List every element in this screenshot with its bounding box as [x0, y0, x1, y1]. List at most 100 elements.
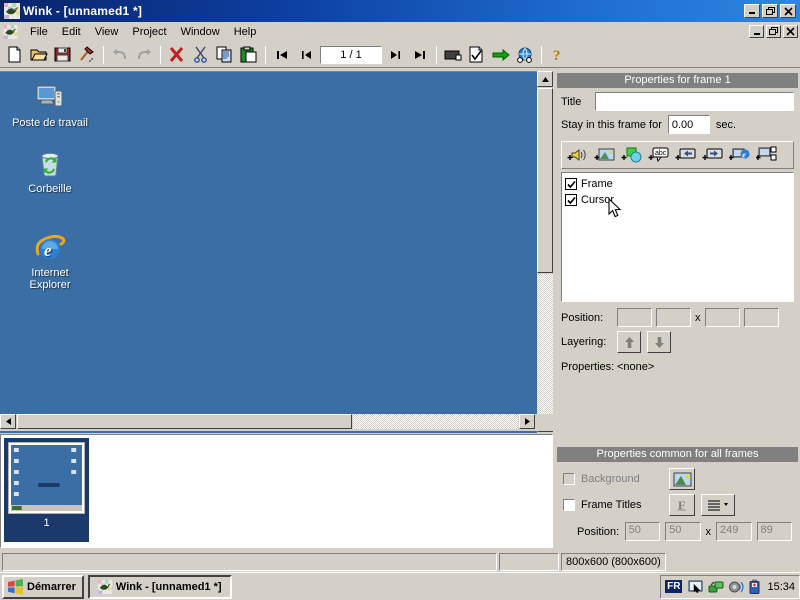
mdi-minimize-button[interactable]: [749, 25, 764, 38]
taskbar-item-wink[interactable]: Wink - [unnamed1 *]: [87, 574, 232, 599]
export-arrow-icon[interactable]: [489, 44, 512, 66]
save-icon[interactable]: [51, 44, 74, 66]
app-minimize-button[interactable]: [744, 4, 760, 18]
open-icon[interactable]: [27, 44, 50, 66]
common-position-separator: x: [705, 525, 712, 538]
app-window-controls: [744, 4, 798, 18]
layering-label: Layering:: [561, 336, 607, 348]
mdi-close-button[interactable]: [783, 25, 798, 38]
canvas-horizontal-scrollbar[interactable]: [0, 414, 553, 431]
svg-text:?: ?: [553, 48, 561, 63]
desktop-icon-recycle-bin[interactable]: Corbeille: [4, 148, 96, 195]
menu-project[interactable]: Project: [125, 24, 173, 40]
new-icon[interactable]: [3, 44, 26, 66]
filmstrip-frame-1[interactable]: 1: [4, 438, 89, 542]
desktop-icon-internet-explorer[interactable]: e Internet Explorer: [4, 232, 96, 291]
language-indicator[interactable]: FR: [665, 580, 683, 593]
position-x-input[interactable]: [617, 308, 652, 327]
add-next-button-icon[interactable]: [700, 144, 725, 166]
common-position-x[interactable]: 50: [624, 522, 661, 541]
last-frame-button[interactable]: [408, 44, 431, 66]
svg-text:e: e: [742, 151, 746, 160]
render-page-icon[interactable]: [465, 44, 488, 66]
menu-window[interactable]: Window: [174, 24, 227, 40]
desktop-icon-label: Corbeille: [28, 183, 72, 195]
cut-icon[interactable]: [189, 44, 212, 66]
object-list-item[interactable]: Frame: [565, 176, 790, 192]
background-checkbox[interactable]: [563, 473, 575, 485]
objects-listbox[interactable]: Frame Cursor: [561, 172, 794, 302]
common-position-width[interactable]: 249: [716, 522, 752, 541]
stay-duration-input[interactable]: [667, 115, 710, 134]
app-title-text: Wink - [unnamed1 *]: [23, 4, 143, 18]
volume-icon[interactable]: [728, 579, 745, 595]
position-width-input[interactable]: [704, 308, 740, 327]
prev-frame-button[interactable]: [294, 44, 317, 66]
network-icon[interactable]: [708, 579, 724, 595]
next-frame-button[interactable]: [384, 44, 407, 66]
paste-icon[interactable]: [237, 44, 260, 66]
vertical-scroll-track[interactable]: [537, 274, 553, 416]
scroll-up-button[interactable]: [537, 71, 553, 87]
add-prev-button-icon[interactable]: [673, 144, 698, 166]
frame-titles-checkbox[interactable]: [563, 499, 575, 511]
horizontal-scroll-thumb[interactable]: [17, 414, 352, 429]
vertical-scroll-thumb[interactable]: [537, 88, 553, 273]
object-label: Frame: [581, 178, 613, 190]
status-pane-filler: [668, 553, 798, 571]
add-sound-icon[interactable]: [565, 144, 590, 166]
add-textbox-icon[interactable]: abc: [646, 144, 671, 166]
align-dropdown-button[interactable]: [701, 494, 735, 516]
position-height-input[interactable]: [743, 308, 779, 327]
app-close-button[interactable]: [780, 4, 796, 18]
menu-help[interactable]: Help: [227, 24, 264, 40]
battery-icon[interactable]: [748, 579, 761, 595]
layer-up-button[interactable]: [617, 331, 641, 353]
common-properties-panel: Properties common for all frames Backgro…: [555, 445, 800, 548]
toolbar-separator-4: [436, 45, 437, 64]
frames-filmstrip[interactable]: 1: [0, 434, 553, 548]
menu-file[interactable]: File: [23, 24, 55, 40]
menu-view[interactable]: View: [88, 24, 126, 40]
frame-title-input[interactable]: [595, 92, 794, 111]
clock[interactable]: 15:34: [767, 581, 795, 593]
horizontal-scroll-track[interactable]: [353, 414, 518, 429]
start-button[interactable]: Démarrer: [2, 574, 84, 599]
web-globe-icon[interactable]: [513, 44, 536, 66]
copy-icon[interactable]: [213, 44, 236, 66]
object-checkbox[interactable]: [565, 178, 577, 190]
add-shape-icon[interactable]: [619, 144, 644, 166]
common-position-height[interactable]: 89: [756, 522, 792, 541]
canvas-vertical-scrollbar[interactable]: [537, 71, 553, 433]
stay-label: Stay in this frame for: [561, 118, 662, 131]
status-pane-size: 800x600 (800x600): [561, 552, 666, 571]
object-checkbox[interactable]: [565, 194, 577, 206]
scroll-right-button[interactable]: [519, 414, 535, 429]
position-y-input[interactable]: [656, 308, 691, 327]
page-indicator[interactable]: 1 / 1: [320, 45, 382, 64]
menu-edit[interactable]: Edit: [55, 24, 88, 40]
add-frame-link-icon[interactable]: [754, 144, 779, 166]
desktop-icon-my-computer[interactable]: Poste de travail: [4, 82, 96, 129]
app-restore-button[interactable]: [762, 4, 778, 18]
mdi-document-icon[interactable]: [3, 24, 18, 39]
build-icon[interactable]: [75, 44, 98, 66]
scroll-left-button[interactable]: [0, 414, 16, 429]
capture-canvas[interactable]: Poste de travail Corbeille e Internet Ex…: [0, 71, 553, 433]
help-icon[interactable]: ?: [546, 44, 569, 66]
add-browser-link-icon[interactable]: e: [727, 144, 752, 166]
properties-label: Properties:: [561, 361, 615, 373]
layer-down-button[interactable]: [647, 331, 671, 353]
font-button[interactable]: F: [669, 494, 695, 516]
common-position-y[interactable]: 50: [665, 522, 701, 541]
mdi-restore-button[interactable]: [766, 25, 781, 38]
presentation-icon[interactable]: [441, 44, 464, 66]
object-list-item[interactable]: Cursor: [565, 192, 790, 208]
background-image-button[interactable]: [669, 468, 695, 490]
delete-icon[interactable]: [165, 44, 188, 66]
first-frame-button[interactable]: [270, 44, 293, 66]
redo-icon: [132, 44, 155, 66]
add-image-icon[interactable]: [592, 144, 617, 166]
screen-capture-icon[interactable]: [688, 579, 704, 595]
menu-bar: File Edit View Project Window Help: [0, 22, 800, 42]
